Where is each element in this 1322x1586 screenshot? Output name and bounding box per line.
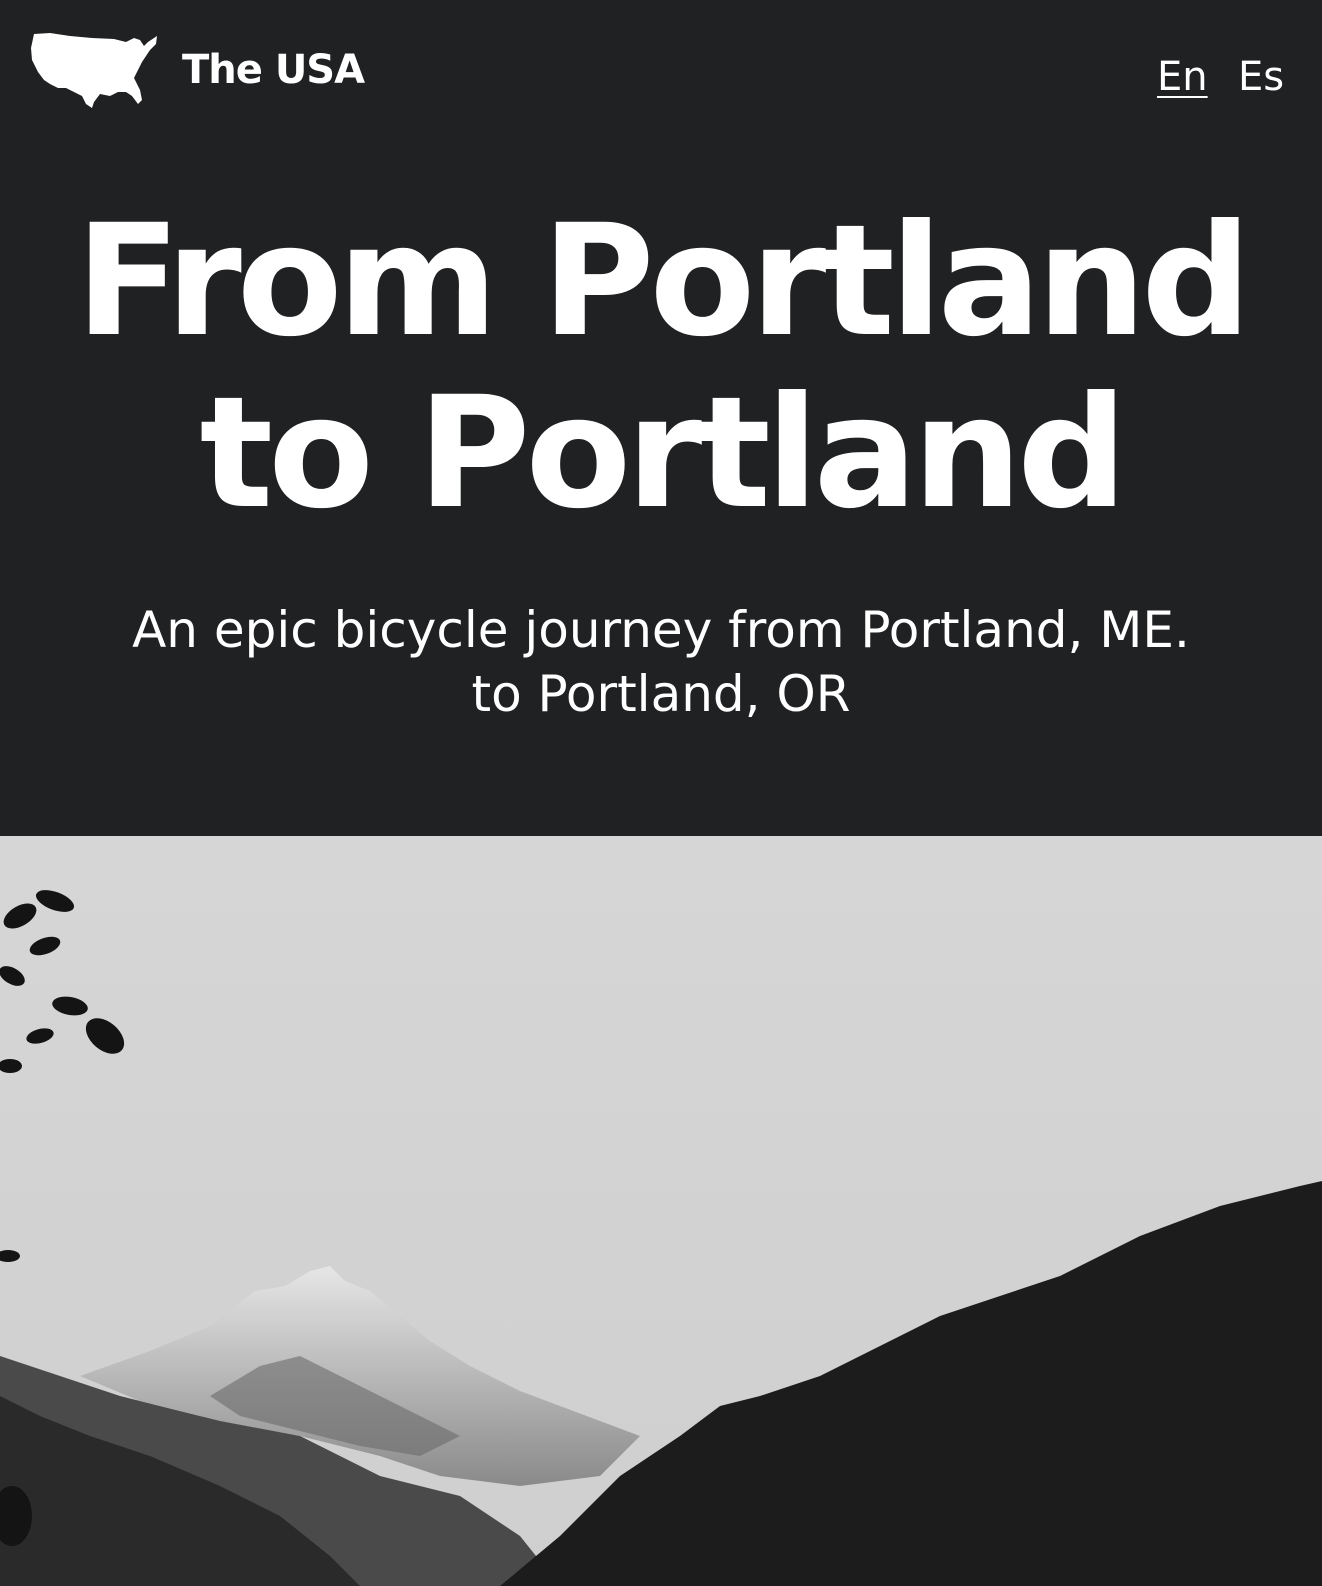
site-header: The USA En Es	[0, 0, 1322, 160]
hero-subtitle: An epic bicycle journey from Portland, M…	[0, 598, 1322, 726]
hero-title-line-1: From Portland	[75, 192, 1252, 371]
language-en-link[interactable]: En	[1157, 54, 1208, 100]
brand-name: The USA	[182, 47, 365, 93]
usa-map-icon	[31, 33, 157, 108]
language-es-link[interactable]: Es	[1238, 54, 1284, 100]
mountain-landscape-photo	[0, 836, 1322, 1586]
hero-subtitle-line-1: An epic bicycle journey from Portland, M…	[132, 601, 1190, 659]
hero-subtitle-line-2: to Portland, OR	[471, 665, 851, 723]
home-logo-link[interactable]: The USA	[30, 30, 365, 110]
hero-title-line-2: to Portland	[199, 364, 1128, 543]
hero-title: From Portland to Portland	[0, 196, 1322, 540]
